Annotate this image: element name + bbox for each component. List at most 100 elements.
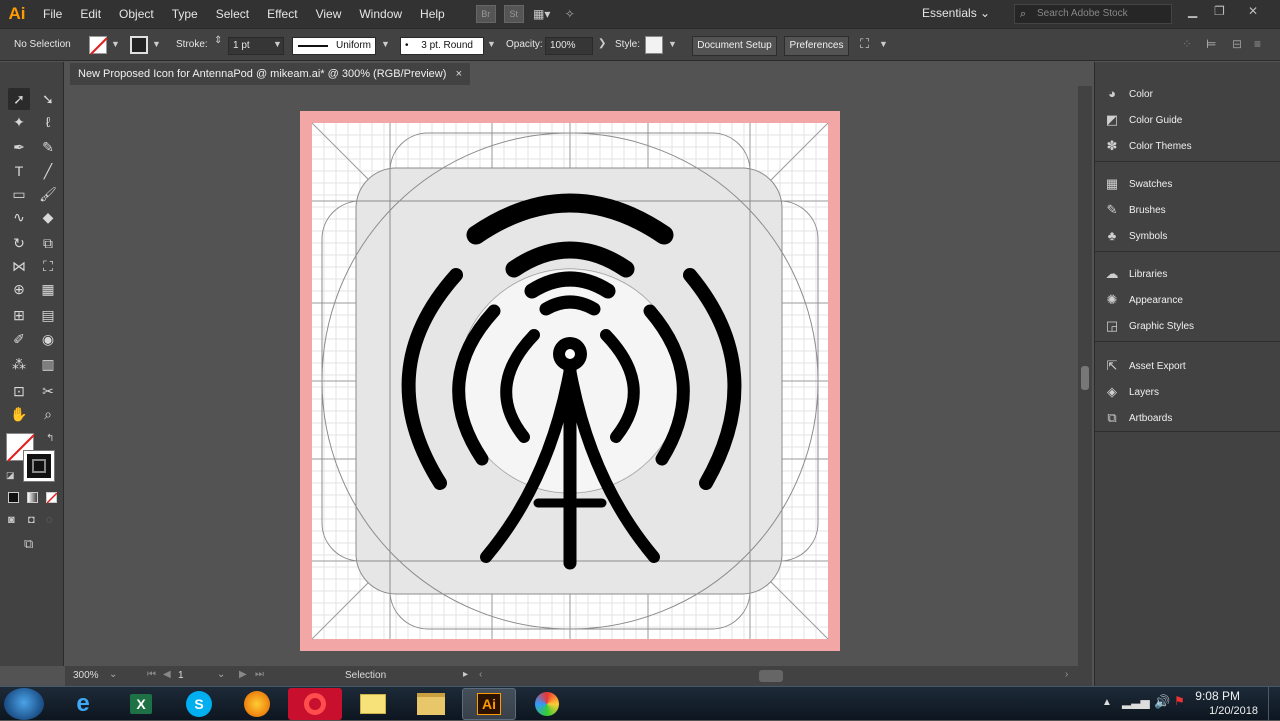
arrange-icon[interactable]: ⛶ (860, 36, 869, 52)
curvature-tool-icon[interactable]: ✎ (37, 136, 59, 158)
artboard-tool-icon[interactable]: ⊡ (8, 380, 30, 402)
default-colors-icon[interactable]: ◪ (6, 470, 15, 481)
line-segment-tool-icon[interactable]: ╱ (37, 160, 59, 182)
show-hidden-icons[interactable]: ▲ (1102, 697, 1112, 708)
style-dropdown-icon[interactable]: ▼ (668, 39, 677, 49)
skype-icon[interactable]: S (172, 688, 226, 720)
zoom-field[interactable]: 300% (73, 669, 129, 683)
stroke-color-swatch[interactable] (23, 450, 55, 482)
menu-view[interactable]: View (307, 0, 351, 28)
shaper-tool-icon[interactable]: ∿ (8, 206, 30, 228)
width-tool-icon[interactable]: ⋈ (8, 255, 30, 277)
status-menu-arrow-icon[interactable]: ▸ (463, 669, 468, 680)
color-mode-icon[interactable] (8, 492, 19, 503)
action-center-icon[interactable]: ⚑ (1174, 694, 1185, 708)
paintbrush-tool-icon[interactable]: 🖌 (37, 183, 59, 205)
fill-swatch[interactable] (89, 36, 108, 55)
search-stock-input[interactable]: ⌕ Search Adobe Stock (1014, 4, 1172, 24)
panel-appearance[interactable]: ✺ Appearance (1103, 290, 1183, 310)
clock-date[interactable]: 1/20/2018 (1209, 705, 1258, 717)
artboard-dropdown-icon[interactable]: ⌄ (217, 669, 225, 680)
menu-edit[interactable]: Edit (71, 0, 110, 28)
gpu-performance-icon[interactable]: ✧ (560, 5, 580, 23)
menu-select[interactable]: Select (207, 0, 258, 28)
panel-color-themes[interactable]: ✽ Color Themes (1103, 136, 1192, 156)
menu-object[interactable]: Object (110, 0, 163, 28)
stroke-label[interactable]: Stroke: (176, 39, 208, 50)
excel-icon[interactable]: X (114, 688, 168, 720)
opacity-field[interactable]: 100% (545, 37, 593, 55)
arrange-dropdown-icon[interactable]: ▼ (879, 39, 888, 49)
panel-color-guide[interactable]: ◩ Color Guide (1103, 110, 1183, 130)
scroll-left-icon[interactable]: ‹ (479, 669, 482, 680)
selection-tool-icon[interactable]: ➚ (8, 88, 30, 110)
column-graph-tool-icon[interactable]: ▥ (37, 353, 59, 375)
scale-tool-icon[interactable]: ⧉ (37, 232, 59, 254)
start-button[interactable] (4, 688, 44, 720)
brush-dropdown-icon[interactable]: ▼ (487, 39, 496, 49)
eyedropper-tool-icon[interactable]: ✐ (8, 328, 30, 350)
opera-icon[interactable] (288, 688, 342, 720)
illustrator-taskbar-icon[interactable]: Ai (462, 688, 516, 720)
type-tool-icon[interactable]: T (8, 160, 30, 182)
network-icon[interactable]: ▂▃▅ (1122, 695, 1150, 709)
draw-normal-icon[interactable]: ◙ (8, 514, 15, 526)
eraser-tool-icon[interactable]: ◆ (37, 206, 59, 228)
menu-type[interactable]: Type (163, 0, 207, 28)
document-tab[interactable]: New Proposed Icon for AntennaPod @ mikea… (70, 63, 470, 85)
pen-tool-icon[interactable]: ✒ (8, 136, 30, 158)
opacity-label[interactable]: Opacity: (506, 39, 543, 50)
next-artboard-icon[interactable]: ▶ (239, 669, 247, 680)
scrollbar-thumb[interactable] (1081, 366, 1089, 390)
panel-artboards[interactable]: ⧉ Artboards (1103, 408, 1172, 428)
artboard[interactable] (300, 111, 840, 651)
close-window-button[interactable]: ✕ (1248, 4, 1258, 18)
gradient-mode-icon[interactable] (27, 492, 38, 503)
sticky-notes-icon[interactable] (346, 688, 400, 720)
rectangle-tool-icon[interactable]: ▭ (8, 183, 30, 205)
rotate-tool-icon[interactable]: ↻ (8, 232, 30, 254)
profile-dropdown-icon[interactable]: ▼ (381, 39, 390, 49)
panel-asset-export[interactable]: ⇱ Asset Export (1103, 356, 1186, 376)
hand-tool-icon[interactable]: ✋ (8, 403, 30, 425)
scroll-right-icon[interactable]: › (1065, 669, 1068, 680)
panel-color[interactable]: ◕ Color (1103, 84, 1153, 104)
fill-dropdown-icon[interactable]: ▼ (111, 39, 120, 49)
zoom-dropdown-icon[interactable]: ⌄ (109, 669, 117, 680)
blend-tool-icon[interactable]: ◉ (37, 328, 59, 350)
panel-graphic-styles[interactable]: ◲ Graphic Styles (1103, 316, 1194, 336)
file-explorer-icon[interactable] (404, 688, 458, 720)
preferences-button[interactable]: Preferences (784, 36, 849, 56)
panel-brushes[interactable]: ✎ Brushes (1103, 200, 1166, 220)
menu-file[interactable]: File (34, 0, 71, 28)
bridge-icon[interactable]: Br (475, 5, 496, 23)
first-artboard-icon[interactable]: ⏮ (147, 669, 156, 680)
direct-selection-tool-icon[interactable]: ➘ (37, 88, 59, 110)
slice-tool-icon[interactable]: ✂ (37, 380, 59, 402)
screen-mode-icon[interactable]: ⧉ (24, 536, 33, 552)
stroke-swatch[interactable] (130, 36, 148, 54)
zoom-tool-icon[interactable]: ⌕ (37, 403, 59, 425)
panel-symbols[interactable]: ♣ Symbols (1103, 226, 1168, 246)
restore-button[interactable]: ❐ (1214, 4, 1225, 18)
swap-colors-icon[interactable]: ↰ (46, 433, 54, 444)
panel-swatches[interactable]: ▦ Swatches (1103, 174, 1173, 194)
stroke-dropdown-icon[interactable]: ▼ (152, 39, 161, 49)
vertical-scrollbar[interactable] (1078, 86, 1092, 666)
perspective-grid-tool-icon[interactable]: ▦ (37, 278, 59, 300)
stroke-stepper-icon[interactable]: ⇕ (214, 35, 222, 46)
horizontal-scroll-thumb[interactable] (759, 670, 783, 682)
previous-artboard-icon[interactable]: ◀ (163, 669, 171, 680)
align-icon[interactable]: ⁘ (1182, 37, 1192, 51)
graphic-style-swatch[interactable] (645, 36, 663, 54)
mesh-tool-icon[interactable]: ⊞ (8, 304, 30, 326)
stock-icon[interactable]: St (503, 5, 524, 23)
brush-definition[interactable]: • 3 pt. Round (400, 37, 484, 55)
firefox-icon[interactable] (230, 688, 284, 720)
opacity-arrow-icon[interactable]: ❯ (598, 38, 606, 49)
gradient-tool-icon[interactable]: ▤ (37, 304, 59, 326)
show-desktop-button[interactable] (1268, 687, 1280, 721)
menu-help[interactable]: Help (411, 0, 454, 28)
none-mode-icon[interactable] (46, 492, 58, 504)
document-setup-button[interactable]: Document Setup (692, 36, 777, 56)
